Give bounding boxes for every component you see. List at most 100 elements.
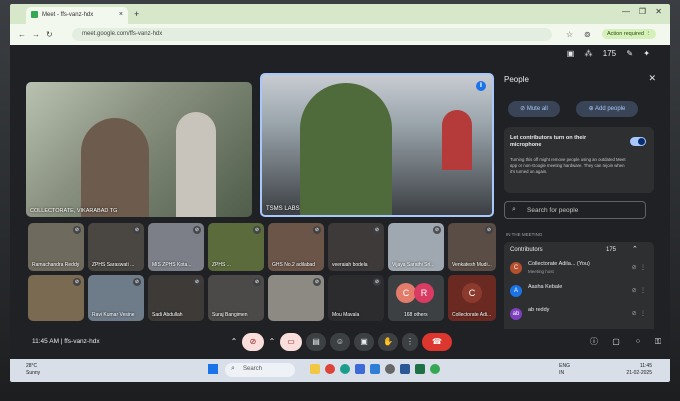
present-button[interactable]: ▣ (354, 333, 374, 351)
person-name: Aasha Kebale (528, 284, 563, 290)
meet-top-icons: ▣ ⁂ 175 ✎ ✦ (559, 49, 650, 58)
leave-call-button[interactable]: ☎ (422, 333, 452, 351)
participant-tile[interactable]: ⊘ Ramachandra Reddy (28, 223, 84, 271)
settings-icon[interactable] (385, 364, 395, 374)
raise-hand-button[interactable]: ✋ (378, 333, 398, 351)
mic-off-icon: ⊘ (253, 278, 261, 286)
mic-permission-toggle[interactable] (630, 137, 646, 146)
new-tab-icon[interactable]: + (134, 9, 139, 19)
participant-tile[interactable]: ⊘ (268, 275, 324, 321)
extension-icon[interactable]: ⊚ (584, 30, 591, 39)
back-icon[interactable]: ← (18, 30, 26, 39)
participant-tile[interactable]: ⊘ Ravi Kumar Vesine (88, 275, 144, 321)
others-tile[interactable]: C R 168 others (388, 275, 444, 321)
taskbar-app-icons (310, 364, 460, 376)
person-figure (442, 110, 472, 170)
effects-icon[interactable]: ✎ (626, 49, 633, 58)
search-icon: ⌕ (512, 206, 516, 213)
browser-tab[interactable]: Meet - ffs-vanz-hdx × (26, 7, 128, 24)
activities-icon[interactable]: ⁘ (630, 333, 646, 351)
close-icon[interactable]: ✕ (648, 73, 656, 84)
participant-tile[interactable]: ⊘ MIS ZPHS Kota... (148, 223, 204, 271)
setting-description: Turning this off might remove people usi… (510, 157, 626, 174)
file-explorer-icon[interactable] (310, 364, 320, 374)
people-count-icon[interactable]: ⁂ 175 (585, 49, 617, 58)
url-field[interactable]: meet.google.com/ffs-vanz-hdx (72, 28, 552, 41)
reload-icon[interactable]: ↻ (46, 30, 53, 39)
main-tile-collectorate[interactable]: COLLECTORATE, VIKARABAD TG (26, 82, 252, 217)
pin-icon[interactable]: ✦ (643, 49, 650, 58)
more-options-icon[interactable]: ⊘ ⋮ (632, 287, 646, 294)
more-options-icon[interactable]: ⊘ ⋮ (632, 310, 646, 317)
chevron-up-icon[interactable]: ⌃ (266, 333, 278, 351)
maximize-icon[interactable]: ❐ (639, 7, 646, 16)
emoji-button[interactable]: ☺ (330, 333, 350, 351)
mic-off-icon: ⊘ (485, 226, 493, 234)
participant-tile[interactable]: ⊘ (28, 275, 84, 321)
info-icon[interactable]: ⓘ (586, 333, 602, 351)
participant-tile[interactable]: ⊘ veeraiah bodela (328, 223, 384, 271)
camera-off-button[interactable]: ▭ (280, 333, 302, 351)
participant-tile[interactable]: ⊘ ZPHS ... (208, 223, 264, 271)
list-item[interactable]: ab ab reddy ⊘ ⋮ (510, 305, 650, 325)
participant-tile[interactable]: ⊘ GHS No.2 adilabad (268, 223, 324, 271)
taskbar-clock[interactable]: 11:45 21-02-2025 (626, 363, 652, 376)
chrome-icon[interactable] (325, 364, 335, 374)
list-item[interactable]: C Collectorate Adila... (You) Meeting ho… (510, 259, 650, 279)
panel-title: People (504, 75, 529, 84)
weather-widget[interactable]: 28°C Sunny (26, 363, 40, 376)
contributors-list: C Collectorate Adila... (You) Meeting ho… (504, 259, 654, 329)
language-indicator[interactable]: ENG IN (559, 363, 570, 376)
windows-start-icon[interactable] (208, 364, 218, 374)
more-options-icon[interactable]: ⊘ ⋮ (632, 264, 646, 271)
mic-off-icon: ⊘ (313, 278, 321, 286)
store-icon[interactable] (355, 364, 365, 374)
participant-tile[interactable]: ⊘ Vijaya Sarathi Sri... (388, 223, 444, 271)
word-icon[interactable] (400, 364, 410, 374)
bookmark-star-icon[interactable]: ☆ (566, 30, 573, 39)
others-count: 168 others (404, 312, 428, 318)
search-people-input[interactable]: ⌕ Search for people (504, 201, 646, 219)
mic-off-icon: ⊘ (253, 226, 261, 234)
participant-tile[interactable]: ⊘ ZPHS Saraswati ... (88, 223, 144, 271)
add-people-label: Add people (595, 106, 626, 112)
taskbar-search[interactable]: ⌕ Search (225, 363, 295, 377)
main-tile-tsms-labs[interactable]: ⦀ TSMS LABS (260, 73, 494, 217)
minimize-icon[interactable]: — (622, 7, 630, 16)
participant-tile[interactable]: C Collectorate Adi... (448, 275, 496, 321)
host-controls-icon[interactable]: ⚿ (650, 333, 666, 351)
chevron-up-icon[interactable]: ⌃ (228, 333, 240, 351)
tile-name: GHS No.2 adilabad (272, 262, 316, 268)
info-icon[interactable]: ▣ (567, 49, 575, 58)
mute-all-button[interactable]: ⊘ Mute all (508, 101, 560, 117)
action-required-button[interactable]: Action required ⋮ (601, 29, 656, 39)
chrome-icon-active[interactable] (430, 364, 440, 374)
add-people-button[interactable]: ⊕ Add people (576, 101, 638, 117)
forward-icon[interactable]: → (32, 30, 40, 39)
mic-off-button[interactable]: ⊘ (242, 333, 264, 351)
participant-tile[interactable]: ⊘ Venkatesh Mudi... (448, 223, 496, 271)
list-item[interactable]: A Aasha Kebale ⊘ ⋮ (510, 282, 650, 302)
tile-name: ZPHS ... (212, 262, 231, 268)
contributors-count: 175 (606, 247, 617, 253)
taskbar-search-label: Search (243, 366, 263, 372)
chat-icon[interactable]: ▢ (608, 333, 624, 351)
participant-tile[interactable]: ⊘ Sadi Abdullah (148, 275, 204, 321)
clock-time: 11:45 (639, 363, 652, 369)
mic-off-icon: ⊘ (373, 278, 381, 286)
window-close-icon[interactable]: ✕ (655, 7, 662, 16)
mail-icon[interactable] (370, 364, 380, 374)
captions-button[interactable]: ▤ (306, 333, 326, 351)
edge-icon[interactable] (340, 364, 350, 374)
avatar: A (510, 285, 522, 297)
participant-tile[interactable]: ⊘ Suraj Bangimen (208, 275, 264, 321)
participant-tile[interactable]: ⊘ Mou Mavala (328, 275, 384, 321)
contributors-header[interactable]: Contributors 175 ⌃ (504, 242, 654, 259)
excel-icon[interactable] (415, 364, 425, 374)
avatar: R (414, 283, 434, 303)
tile-name: ZPHS Saraswati ... (92, 262, 135, 268)
windows-taskbar: 28°C Sunny ⌕ Search ENG IN 11:45 21-02-2… (10, 359, 670, 382)
close-icon[interactable]: × (119, 11, 123, 18)
more-options-button[interactable]: ⋮ (402, 333, 418, 351)
mic-off-icon: ⊘ (193, 226, 201, 234)
